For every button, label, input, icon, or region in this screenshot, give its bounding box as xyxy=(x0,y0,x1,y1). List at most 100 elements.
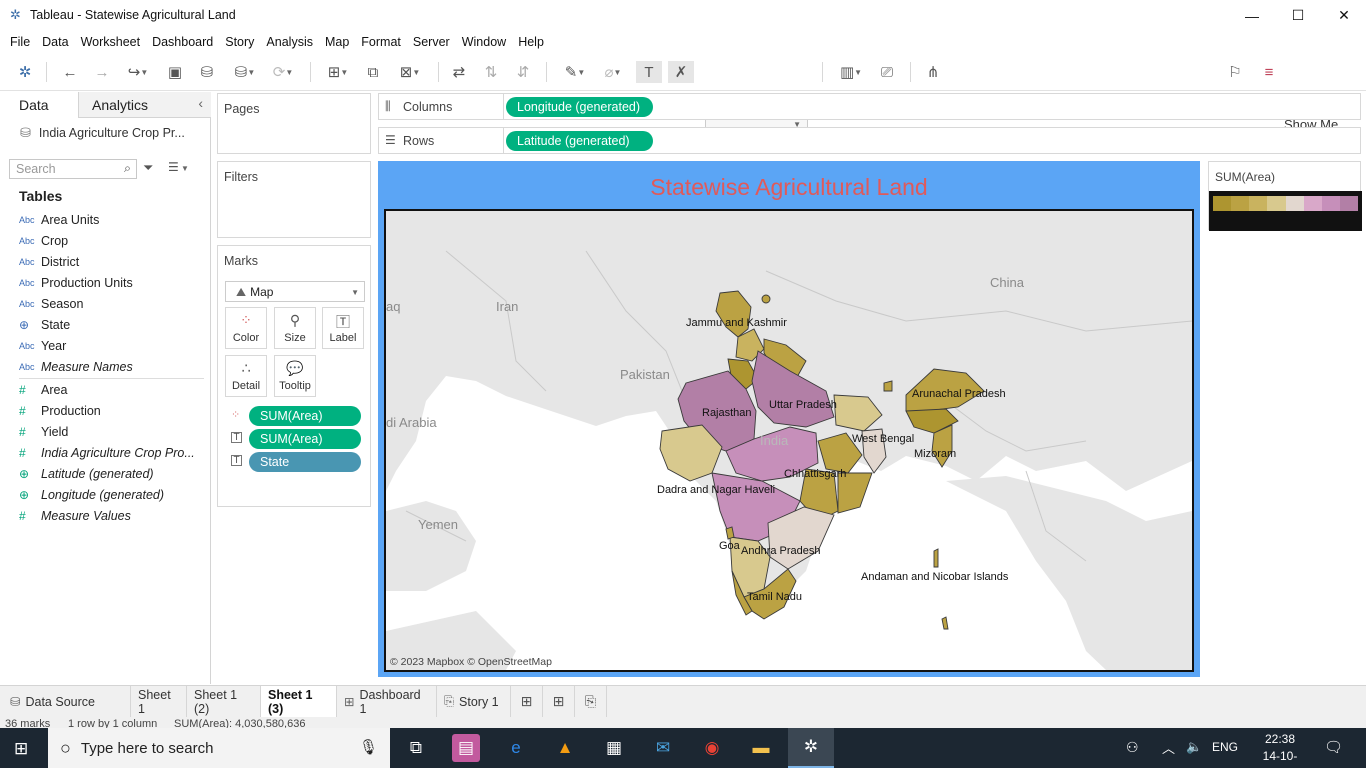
edge-icon[interactable]: e xyxy=(502,734,530,762)
tooltip-button[interactable]: 💬 Tooltip xyxy=(274,355,316,397)
columns-pill-longitude[interactable]: Longitude (generated) xyxy=(506,97,653,117)
filters-card[interactable]: Filters xyxy=(217,161,371,238)
size-button[interactable]: ⚲ Size xyxy=(274,307,316,349)
highlight-icon[interactable]: ✎ ▼ xyxy=(558,61,592,83)
field-measure-values[interactable]: # Measure Values xyxy=(19,505,207,526)
menu-help[interactable]: Help xyxy=(512,31,550,53)
tab-analytics[interactable]: Analytics ‹ xyxy=(78,92,211,118)
field-state[interactable]: ⊕ State xyxy=(19,314,207,335)
pause-updates-icon[interactable]: ⛁ ▼ xyxy=(228,61,262,83)
color-legend[interactable]: SUM(Area) xyxy=(1208,161,1362,231)
field-crop[interactable]: Abc Crop xyxy=(19,230,207,251)
field-district[interactable]: Abc District xyxy=(19,251,207,272)
taskbar-clock[interactable]: 22:38 14-10-2023 xyxy=(1254,731,1306,768)
rows-shelf[interactable]: ☰ Rows Latitude (generated) xyxy=(378,127,1361,154)
columns-shelf[interactable]: ⫼ Columns Longitude (generated) xyxy=(378,93,1361,120)
mail-icon[interactable]: ✉ xyxy=(649,734,677,762)
tableau-home-icon[interactable]: ✲ xyxy=(14,61,36,83)
clear-sheet-icon[interactable]: ⊠ ▼ xyxy=(392,61,428,83)
field-measure-names[interactable]: Abc Measure Names xyxy=(19,356,207,377)
field-production[interactable]: # Production xyxy=(19,400,207,421)
menu-map[interactable]: Map xyxy=(319,31,355,53)
menu-data[interactable]: Data xyxy=(36,31,74,53)
menu-file[interactable]: File xyxy=(4,31,36,53)
collapse-pane-icon[interactable]: ‹ xyxy=(198,95,203,111)
color-button[interactable]: ⁘ Color xyxy=(225,307,267,349)
redo-icon[interactable]: → xyxy=(90,61,114,83)
group-members-icon[interactable]: ⌀ ▼ xyxy=(596,61,630,83)
pages-card[interactable]: Pages xyxy=(217,93,371,154)
detail-button[interactable]: ∴ Detail xyxy=(225,355,267,397)
field-longitude-generated[interactable]: ⊕ Longitude (generated) xyxy=(19,484,207,505)
sort-ascending-icon[interactable]: ⇅ xyxy=(480,61,502,83)
language-indicator[interactable]: ENG xyxy=(1212,740,1238,754)
undo-icon[interactable]: ← xyxy=(58,61,82,83)
map-view[interactable]: Iran Pakistan China India Yemen di Arabi… xyxy=(384,209,1194,672)
field-production-units[interactable]: Abc Production Units xyxy=(19,272,207,293)
sort-descending-icon[interactable]: ⇵ xyxy=(512,61,534,83)
menu-window[interactable]: Window xyxy=(456,31,512,53)
taskbar-search-box[interactable]: ○ Type here to search 🎙 xyxy=(48,728,390,768)
new-worksheet-icon[interactable]: ⊞ ▼ xyxy=(320,61,356,83)
duplicate-sheet-icon[interactable]: ⧉ xyxy=(362,61,384,83)
show-mark-labels-icon[interactable]: T xyxy=(636,61,662,83)
format-painter-icon[interactable]: ⚐ xyxy=(1224,61,1246,83)
presentation-mode-icon[interactable]: ⎚ xyxy=(876,61,898,83)
show-cards-icon[interactable]: ▥ ▼ xyxy=(834,61,868,83)
field-year[interactable]: Abc Year xyxy=(19,335,207,356)
tab-data-source[interactable]: ⛁ Data Source xyxy=(0,686,131,717)
filter-icon[interactable]: ⏷ xyxy=(143,160,153,176)
volume-icon[interactable]: 🔈 xyxy=(1186,739,1202,755)
show-me-icon[interactable]: ≡ xyxy=(1262,61,1276,83)
new-dashboard-tab-icon[interactable]: ⊞ xyxy=(543,686,575,717)
tab-story-1[interactable]: ⎘ Story 1 xyxy=(437,686,511,717)
file-explorer-icon[interactable]: ▬ xyxy=(747,734,775,762)
chevron-up-icon[interactable]: ︿ xyxy=(1162,738,1175,757)
minimize-button[interactable]: — xyxy=(1229,0,1275,31)
menu-dashboard[interactable]: Dashboard xyxy=(146,31,219,53)
mark-type-dropdown[interactable]: ⛰ Map ▼ xyxy=(225,281,365,302)
tab-sheet-1-2[interactable]: Sheet 1 (2) xyxy=(187,686,261,717)
tableau-taskbar-icon[interactable]: ✲ xyxy=(788,728,834,768)
menu-analysis[interactable]: Analysis xyxy=(260,31,319,53)
view-options-icon[interactable]: ☰ ▼ xyxy=(168,160,189,174)
worksheet-view[interactable]: Statewise Agricultural Land Iran Pakista… xyxy=(378,161,1200,677)
field-area[interactable]: # Area xyxy=(19,379,207,400)
menu-server[interactable]: Server xyxy=(407,31,456,53)
mark-pill-label-sum-area[interactable]: SUM(Area) xyxy=(249,429,361,449)
field-area-units[interactable]: Abc Area Units xyxy=(19,209,207,230)
share-icon[interactable]: ⋔ xyxy=(922,61,944,83)
sheet-title[interactable]: Statewise Agricultural Land xyxy=(378,174,1200,201)
microphone-icon[interactable]: 🎙 xyxy=(359,738,378,756)
tab-data[interactable]: Data xyxy=(0,92,78,118)
task-view-icon[interactable]: ⧉ xyxy=(402,734,430,762)
mark-pill-color-sum-area[interactable]: SUM(Area) xyxy=(249,406,361,426)
photos-app-icon[interactable]: ▤ xyxy=(452,734,480,762)
chrome-icon[interactable]: ◉ xyxy=(698,734,726,762)
replay-icon[interactable]: ↪ ▼ xyxy=(122,61,154,83)
mark-pill-label-state[interactable]: State xyxy=(249,452,361,472)
field-yield[interactable]: # Yield xyxy=(19,421,207,442)
label-button[interactable]: 🅃 Label xyxy=(322,307,364,349)
new-datasource-icon[interactable]: ⛁ xyxy=(196,61,218,83)
field-india-agriculture-crop-pro[interactable]: # India Agriculture Crop Pro... xyxy=(19,442,207,463)
menu-worksheet[interactable]: Worksheet xyxy=(75,31,147,53)
field-search-input[interactable]: Search ⌕ xyxy=(9,159,137,179)
field-season[interactable]: Abc Season xyxy=(19,293,207,314)
map-attribution[interactable]: © 2023 Mapbox © OpenStreetMap xyxy=(390,656,552,668)
rows-pill-latitude[interactable]: Latitude (generated) xyxy=(506,131,653,151)
new-worksheet-tab-icon[interactable]: ⊞ xyxy=(511,686,543,717)
field-latitude-generated[interactable]: ⊕ Latitude (generated) xyxy=(19,463,207,484)
swap-icon[interactable]: ⇄ xyxy=(448,61,470,83)
datasource-item[interactable]: ⛁ India Agriculture Crop Pr... xyxy=(20,125,185,141)
menu-story[interactable]: Story xyxy=(219,31,260,53)
refresh-icon[interactable]: ⟳ ▼ xyxy=(266,61,300,83)
menu-format[interactable]: Format xyxy=(355,31,407,53)
tab-sheet-1[interactable]: Sheet 1 xyxy=(131,686,187,717)
notification-icon[interactable]: 🗨 xyxy=(1324,738,1343,756)
windows-start-icon[interactable]: ⊞ xyxy=(14,739,28,759)
maximize-button[interactable]: ☐ xyxy=(1275,0,1321,31)
close-button[interactable]: ✕ xyxy=(1321,0,1366,31)
tab-dashboard-1[interactable]: ⊞ Dashboard 1 xyxy=(337,686,437,717)
vlc-icon[interactable]: ▲ xyxy=(551,734,579,762)
